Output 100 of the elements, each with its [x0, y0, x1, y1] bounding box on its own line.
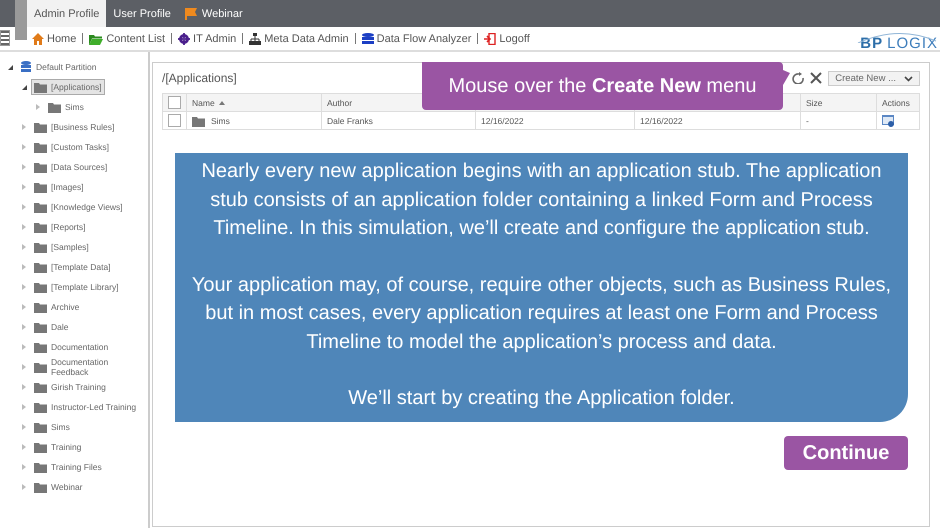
folder-icon [34, 241, 47, 253]
home-icon [32, 32, 44, 44]
instruction-text: We’ll start by creating the Application folder. [347, 386, 736, 411]
expand-toggle[interactable] [22, 124, 26, 130]
folder-icon [34, 361, 47, 373]
instruction-text: Your application may, of course, require other objects, such as Business Rules, but in most cases, every application requires at least one Form and Process Timeline to model the application’s process and data. [190, 272, 892, 354]
table-cell[interactable]: Sims [211, 116, 230, 126]
folder-icon [34, 341, 47, 353]
nav-link[interactable]: Logoff [484, 32, 530, 44]
folder-icon [192, 114, 205, 126]
tree-item[interactable]: [Business Rules] [31, 119, 118, 135]
expand-toggle[interactable] [22, 244, 26, 250]
tree-item[interactable]: [Samples] [31, 239, 92, 255]
hierarchy-icon [249, 32, 262, 44]
folder-icon [34, 481, 47, 493]
expand-toggle[interactable] [22, 164, 26, 170]
tree-item[interactable]: Training [31, 439, 84, 455]
tree-item[interactable]: Dale [31, 319, 72, 335]
folder-icon [34, 321, 47, 333]
folder-icon [34, 141, 47, 153]
expand-toggle[interactable] [22, 384, 26, 390]
continue-button[interactable]: Continue [784, 436, 908, 470]
expand-toggle[interactable] [22, 424, 26, 430]
tree-item[interactable]: [Custom Tasks] [31, 139, 112, 155]
profile-tab[interactable]: Admin Profile [27, 0, 106, 27]
tree-item[interactable]: Girish Training [31, 379, 109, 395]
expand-toggle[interactable] [22, 204, 26, 210]
expand-toggle[interactable] [22, 144, 26, 150]
table-cell: 12/16/2022 [640, 116, 683, 126]
column-header[interactable]: Size [806, 98, 823, 108]
tree-item[interactable]: [Template Data] [31, 259, 114, 275]
gear-icon [178, 32, 190, 44]
database-icon [20, 61, 32, 73]
folder-icon [34, 201, 47, 213]
menu-icon[interactable] [0, 30, 10, 46]
folder-icon [34, 221, 47, 233]
expand-toggle[interactable] [36, 104, 40, 110]
tooltip-callout: Mouse over the Create New menu [422, 62, 783, 110]
folder-icon [89, 32, 104, 44]
folder-icon [34, 301, 47, 313]
tree-item[interactable]: Archive [31, 299, 82, 315]
folder-icon [34, 401, 47, 413]
tree-item[interactable]: Default Partition [17, 59, 100, 75]
expand-toggle[interactable] [22, 284, 26, 290]
select-all-checkbox[interactable] [168, 96, 181, 109]
properties-icon[interactable] [882, 114, 894, 126]
instruction-text: Nearly every new application begins with an application stub. The application stub consists of an application folder containing a linked Form and Process Timeline. In this simulation, we’ll create and configure the application stub. [200, 159, 883, 241]
database-icon [362, 32, 374, 44]
tree-item[interactable]: Sims [45, 99, 87, 115]
expand-toggle[interactable] [22, 484, 26, 490]
folder-icon [34, 281, 47, 293]
scroll-thumb[interactable] [15, 0, 27, 40]
callout-pointer [783, 70, 790, 85]
expand-toggle[interactable] [22, 344, 26, 350]
expand-toggle[interactable] [22, 224, 26, 230]
tree-item[interactable]: [Reports] [31, 219, 88, 235]
tree-item[interactable]: [Applications] [31, 79, 105, 95]
table-cell: 12/16/2022 [481, 116, 524, 126]
expand-toggle[interactable] [22, 464, 26, 470]
expand-toggle[interactable] [22, 404, 26, 410]
nav-link[interactable]: Data Flow Analyzer [362, 32, 472, 44]
folder-icon [34, 461, 47, 473]
flag-icon [184, 8, 197, 20]
create-new-dropdown[interactable]: Create New ... [828, 70, 920, 86]
expand-toggle[interactable] [22, 184, 26, 190]
tree-item[interactable]: [Knowledge Views] [31, 199, 126, 215]
folder-icon [34, 441, 47, 453]
expand-toggle[interactable] [22, 304, 26, 310]
tree-item[interactable]: [Images] [31, 179, 87, 195]
nav-link[interactable]: IT Admin [178, 32, 236, 44]
tools-icon[interactable] [810, 72, 822, 84]
expand-toggle[interactable] [22, 264, 26, 270]
folder-path: /[Applications] [162, 71, 237, 85]
profile-tab[interactable]: User Profile [106, 0, 178, 27]
tree-item[interactable]: [Template Library] [31, 279, 122, 295]
expand-toggle[interactable] [22, 364, 26, 370]
nav-link[interactable]: Home [32, 32, 76, 44]
profile-tab[interactable]: Webinar [178, 0, 250, 27]
tree-item[interactable]: Sims [31, 419, 73, 435]
folder-icon [34, 161, 47, 173]
expand-toggle[interactable] [22, 444, 26, 450]
nav-link[interactable]: Meta Data Admin [249, 32, 349, 44]
folder-icon [34, 261, 47, 273]
tree-item[interactable]: [Data Sources] [31, 159, 110, 175]
tree-item[interactable]: Instructor-Led Training [31, 399, 140, 415]
collapse-toggle[interactable] [8, 64, 13, 70]
folder-icon [34, 421, 47, 433]
tree-item[interactable]: Documentation [31, 339, 112, 355]
column-header[interactable]: Name [192, 98, 215, 108]
tree-item[interactable]: Webinar [31, 479, 86, 495]
refresh-icon[interactable] [792, 72, 804, 84]
logoff-icon [484, 32, 496, 44]
folder-icon [34, 181, 47, 193]
row-checkbox[interactable] [168, 114, 181, 127]
tree-item[interactable]: Documentation Feedback [31, 355, 148, 379]
column-header[interactable]: Author [327, 98, 352, 108]
folder-icon [34, 81, 47, 93]
tree-item[interactable]: Training Files [31, 459, 105, 475]
nav-link[interactable]: Content List [89, 32, 166, 44]
expand-toggle[interactable] [22, 324, 26, 330]
